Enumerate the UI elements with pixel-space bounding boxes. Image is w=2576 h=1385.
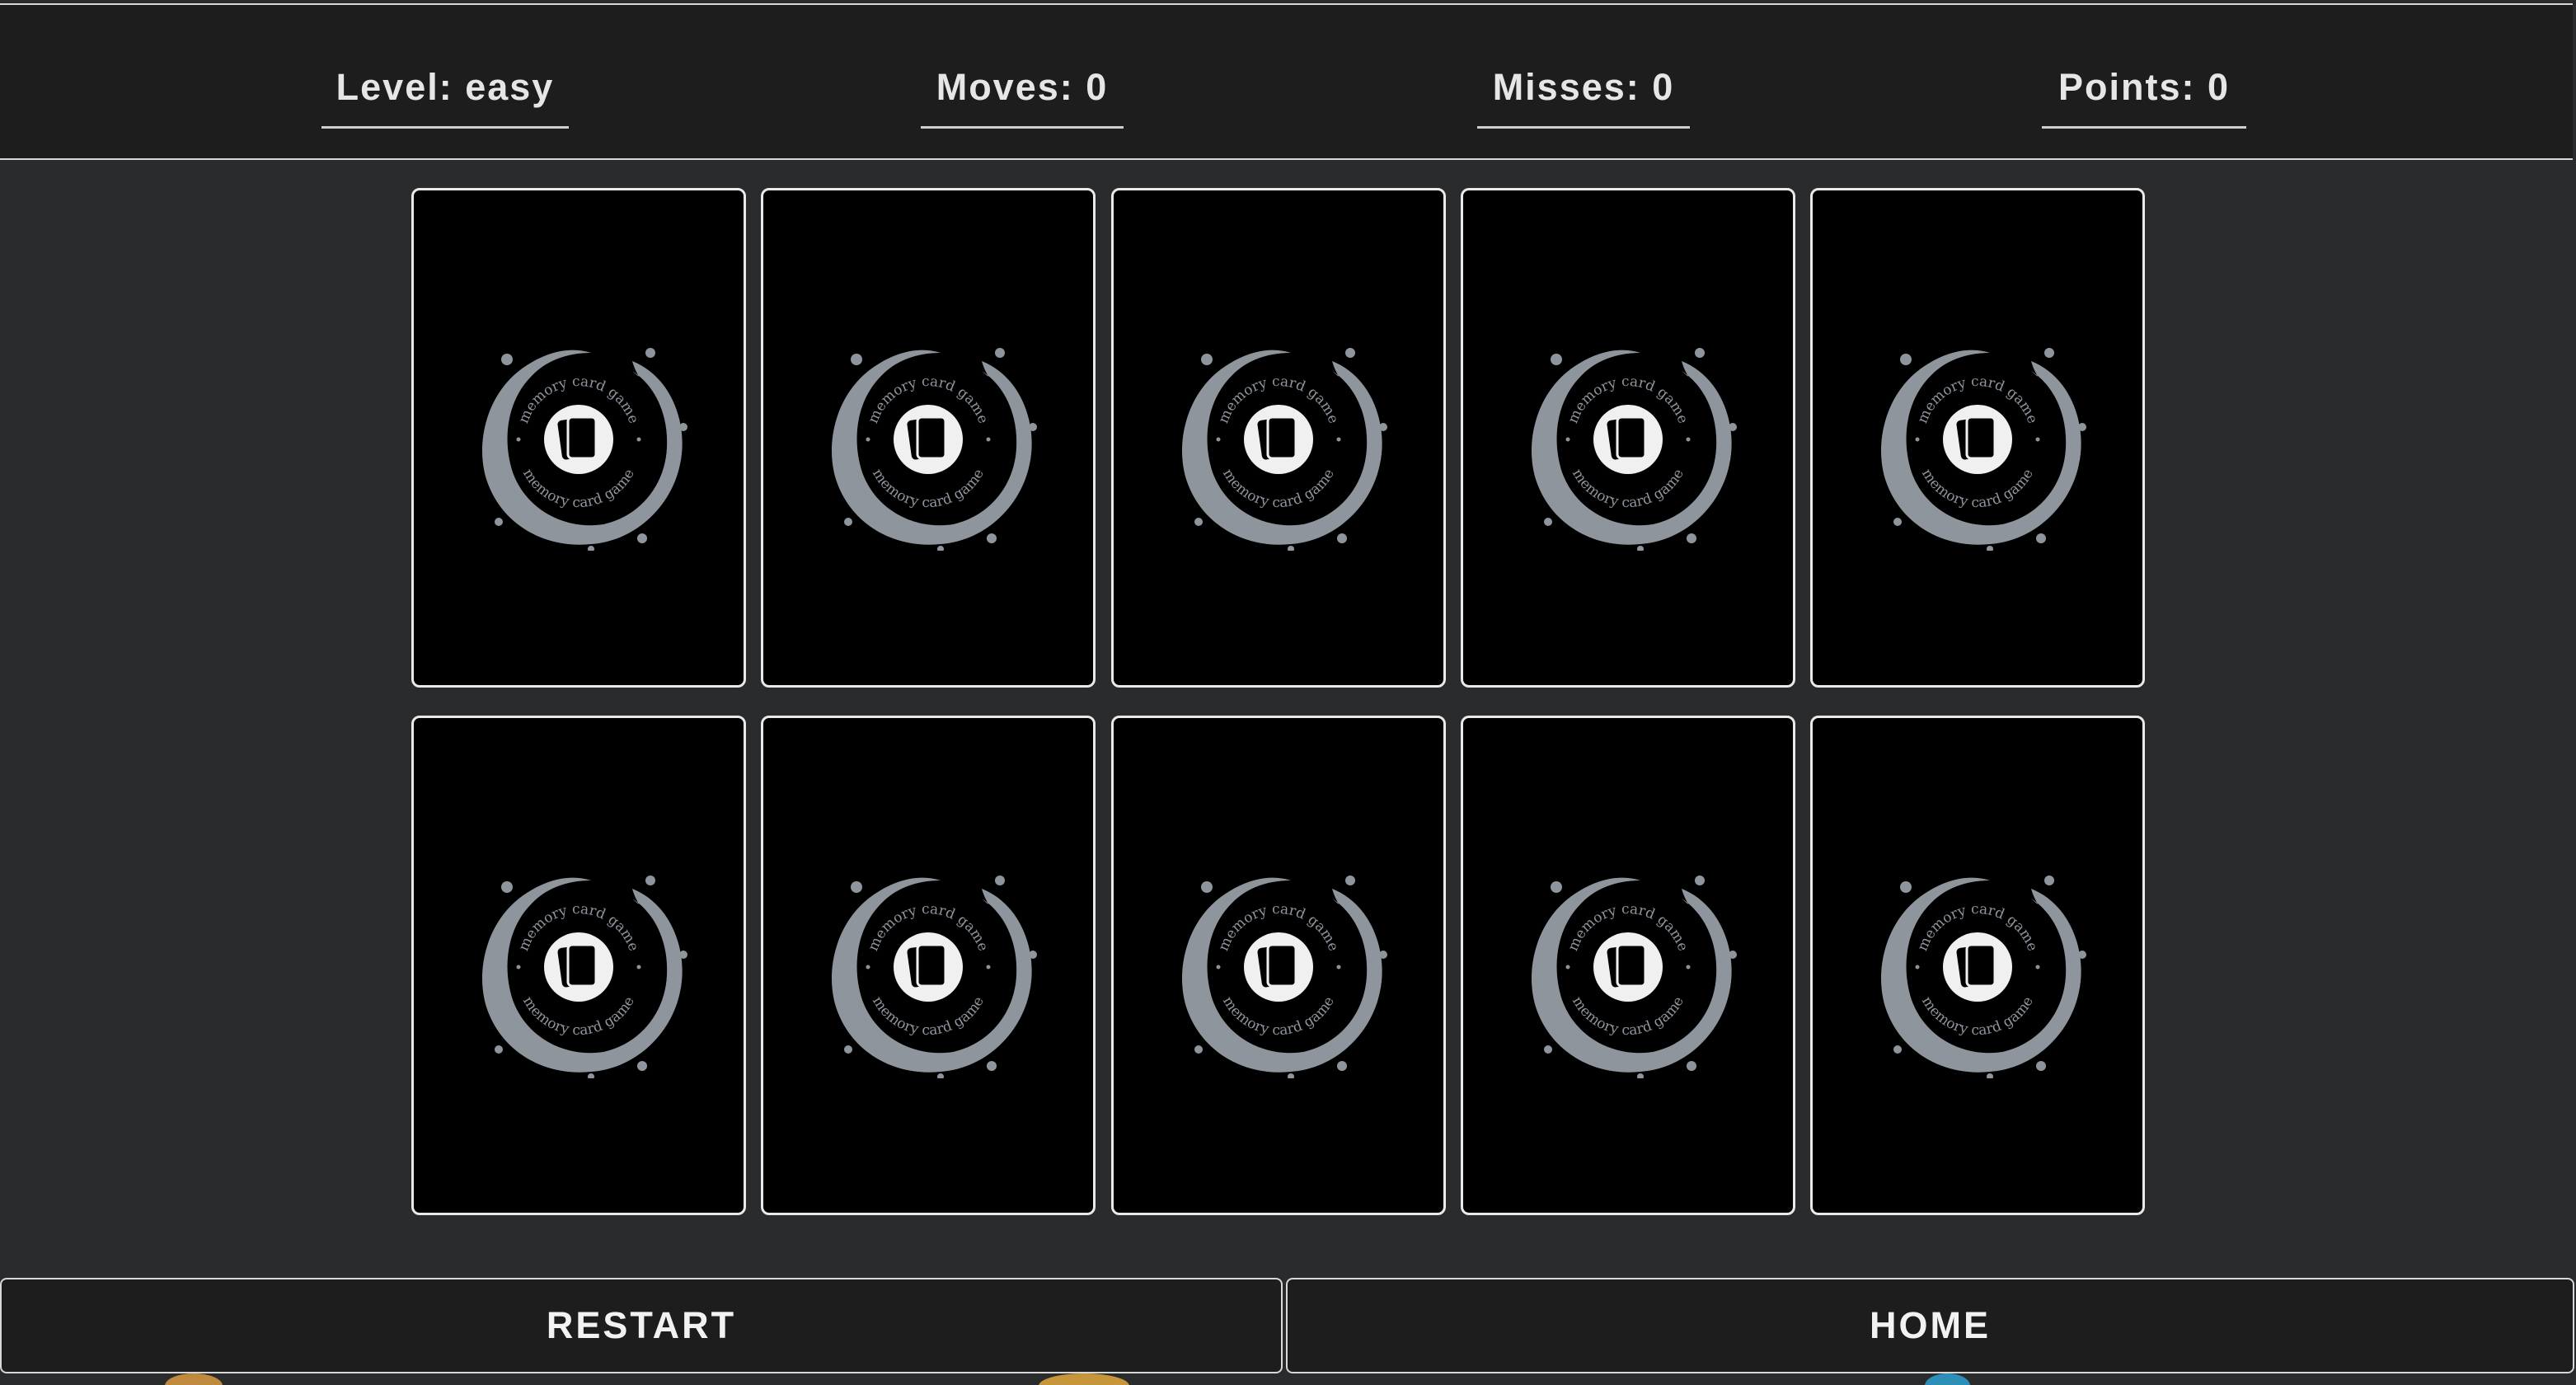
card-icon <box>1257 416 1297 460</box>
memory-card-logo: memory card gamememory card game <box>831 876 1037 1078</box>
misses-counter: Misses: 0 <box>1477 61 1690 129</box>
level-display: Level: easy <box>321 61 569 129</box>
memory-card-logo: memory card gamememory card game <box>1880 348 2086 551</box>
card-icon <box>907 416 947 460</box>
card[interactable]: memory card game memory card game <box>1810 716 2145 1215</box>
card-icon <box>1956 416 1997 460</box>
decoration <box>165 1373 223 1385</box>
card[interactable]: memory card game memory card game <box>1810 188 2145 688</box>
card-icon <box>557 416 598 460</box>
memory-card-logo: memory card gamememory card game <box>481 348 687 551</box>
stats-bar: Level: easy Moves: 0 Misses: 0 Points: 0 <box>0 3 2573 160</box>
restart-button[interactable]: RESTART <box>0 1278 1283 1373</box>
card-icon <box>1607 416 1647 460</box>
card-icon <box>1257 943 1297 988</box>
card[interactable]: memory card game memory card game <box>1111 188 1446 688</box>
card-icon <box>557 943 598 988</box>
decoration <box>1925 1373 1970 1385</box>
game-screen: Level: easy Moves: 0 Misses: 0 Points: 0… <box>0 0 2576 1385</box>
card-icon <box>1607 943 1647 988</box>
points-counter: Points: 0 <box>2042 61 2246 129</box>
memory-card-logo: memory card gamememory card game <box>1531 876 1737 1078</box>
home-button[interactable]: HOME <box>1286 1278 2574 1373</box>
card[interactable]: memory card game memory card game <box>1461 188 1795 688</box>
card[interactable]: memory card game memory card game <box>761 716 1096 1215</box>
memory-card-logo: memory card gamememory card game <box>1531 348 1737 551</box>
memory-card-logo: memory card gamememory card game <box>1181 876 1387 1078</box>
decoration <box>1039 1373 1129 1385</box>
memory-card-logo: memory card gamememory card game <box>1181 348 1387 551</box>
card[interactable]: memory card game memory card game <box>1461 716 1795 1215</box>
card[interactable]: memory card game memory card game <box>761 188 1096 688</box>
memory-card-logo: memory card gamememory card game <box>481 876 687 1078</box>
moves-counter: Moves: 0 <box>921 61 1124 129</box>
card-icon <box>907 943 947 988</box>
card[interactable]: memory card game memory card game <box>411 188 746 688</box>
card[interactable]: memory card game memory card game <box>411 716 746 1215</box>
memory-card-logo: memory card gamememory card game <box>1880 876 2086 1078</box>
memory-card-logo: memory card gamememory card game <box>831 348 1037 551</box>
card[interactable]: memory card game memory card game <box>1111 716 1446 1215</box>
card-icon <box>1956 943 1997 988</box>
